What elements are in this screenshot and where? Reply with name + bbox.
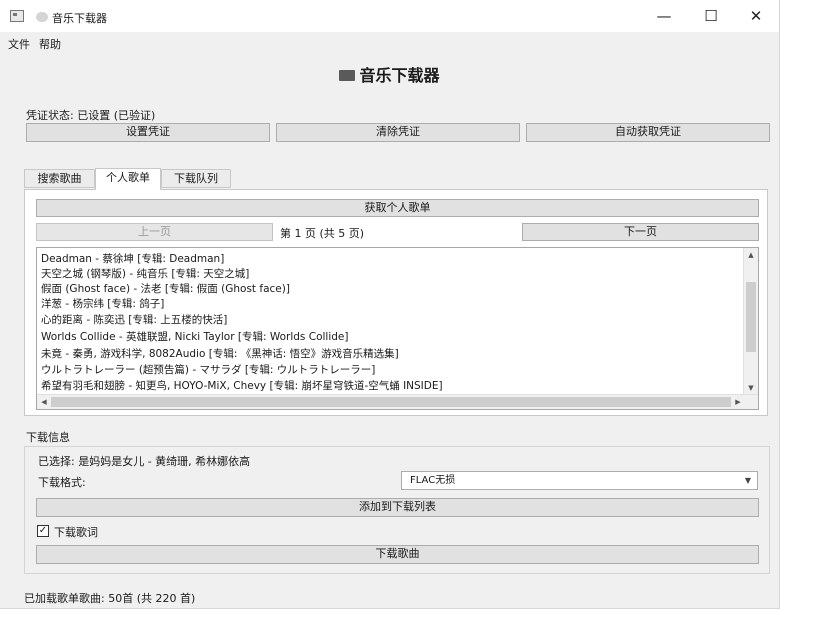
list-item[interactable]: ウルトラトレーラー (超预告篇) - マサラダ [专辑: ウルトラトレーラー] (41, 362, 375, 377)
next-page-button[interactable]: 下一页 (522, 223, 759, 241)
list-item[interactable]: 希望有羽毛和翅膀 - 知更鸟, HOYO-MiX, Chevy [专辑: 崩坏星… (41, 378, 443, 393)
scroll-up-icon[interactable]: ▲ (745, 249, 757, 261)
menu-file[interactable]: 文件 (8, 36, 30, 52)
menu-bar: 文件 帮助 (0, 32, 779, 54)
folder-icon (339, 70, 356, 81)
title-bar: 音乐下载器 — ☐ ✕ (0, 0, 779, 32)
prev-page-button[interactable]: 上一页 (36, 223, 273, 241)
minimize-button[interactable]: — (641, 0, 687, 32)
page-info: 第 1 页 (共 5 页) (280, 227, 365, 240)
close-button[interactable]: ✕ (733, 0, 779, 32)
chevron-down-icon: ▼ (744, 476, 751, 485)
format-label: 下载格式: (38, 476, 86, 489)
scroll-left-icon[interactable]: ◀ (38, 396, 50, 408)
download-button[interactable]: 下载歌曲 (36, 545, 759, 564)
format-select-value: FLAC无损 (410, 475, 456, 486)
list-item[interactable]: 天空之城 (钢琴版) - 纯音乐 [专辑: 天空之城] (41, 266, 249, 281)
clear-credentials-button[interactable]: 清除凭证 (276, 123, 520, 142)
lyrics-checkbox-label[interactable]: 下载歌词 (54, 524, 98, 540)
tab-playlist[interactable]: 个人歌单 (95, 168, 161, 190)
format-select[interactable]: FLAC无损 ▼ (401, 471, 758, 490)
credential-status: 凭证状态: 已设置 (已验证) (26, 109, 156, 122)
window-title: 音乐下载器 (52, 12, 107, 25)
list-item[interactable]: 假面 (Ghost face) - 法老 [专辑: 假面 (Ghost face… (41, 281, 290, 296)
vertical-scrollbar[interactable]: ▲ ▼ (743, 248, 758, 395)
list-item[interactable]: 心的距离 - 陈奕迅 [专辑: 上五楼的快活] (41, 312, 227, 327)
page-title: 音乐下载器 (359, 66, 440, 85)
add-to-queue-button[interactable]: 添加到下载列表 (36, 498, 759, 517)
scroll-right-icon[interactable]: ▶ (732, 396, 744, 408)
list-item[interactable]: 洋葱 - 杨宗纬 [专辑: 鸽子] (41, 296, 164, 311)
download-info-label: 下载信息 (26, 431, 70, 444)
tab-queue[interactable]: 下载队列 (161, 169, 231, 188)
maximize-button[interactable]: ☐ (688, 0, 734, 32)
horizontal-scroll-thumb[interactable] (51, 397, 731, 407)
page-heading: 音乐下载器 (0, 62, 779, 86)
list-item[interactable]: Deadman - 蔡徐坤 [专辑: Deadman] (41, 251, 224, 266)
status-text: 已加载歌单歌曲: 50首 (共 220 首) (24, 592, 196, 605)
list-item[interactable]: 未竟 - 秦勇, 游戏科学, 8082Audio [专辑: 《黑神话: 悟空》游… (41, 346, 399, 361)
song-list[interactable]: Deadman - 蔡徐坤 [专辑: Deadman] 天空之城 (钢琴版) -… (36, 247, 759, 410)
scroll-down-icon[interactable]: ▼ (745, 382, 757, 394)
app-window: 音乐下载器 — ☐ ✕ 文件 帮助 音乐下载器 凭证状态: 已设置 (已验证) … (0, 0, 780, 609)
app-icon (10, 10, 24, 22)
auto-credentials-button[interactable]: 自动获取凭证 (526, 123, 770, 142)
menu-help[interactable]: 帮助 (39, 36, 61, 52)
set-credentials-button[interactable]: 设置凭证 (26, 123, 270, 142)
tab-search[interactable]: 搜索歌曲 (24, 169, 95, 188)
list-item[interactable]: Worlds Collide - 英雄联盟, Nicki Taylor [专辑:… (41, 329, 348, 344)
horizontal-scrollbar[interactable]: ◀ ▶ (37, 394, 758, 409)
vertical-scroll-thumb[interactable] (746, 282, 756, 352)
lyrics-checkbox[interactable]: ✓ (37, 525, 49, 537)
status-bar: 已加载歌单歌曲: 50首 (共 220 首) (0, 586, 779, 608)
music-note-icon (36, 12, 48, 22)
selected-song: 已选择: 是妈妈是女儿 - 黄绮珊, 希林娜依高 (38, 455, 251, 468)
fetch-playlist-button[interactable]: 获取个人歌单 (36, 199, 759, 217)
